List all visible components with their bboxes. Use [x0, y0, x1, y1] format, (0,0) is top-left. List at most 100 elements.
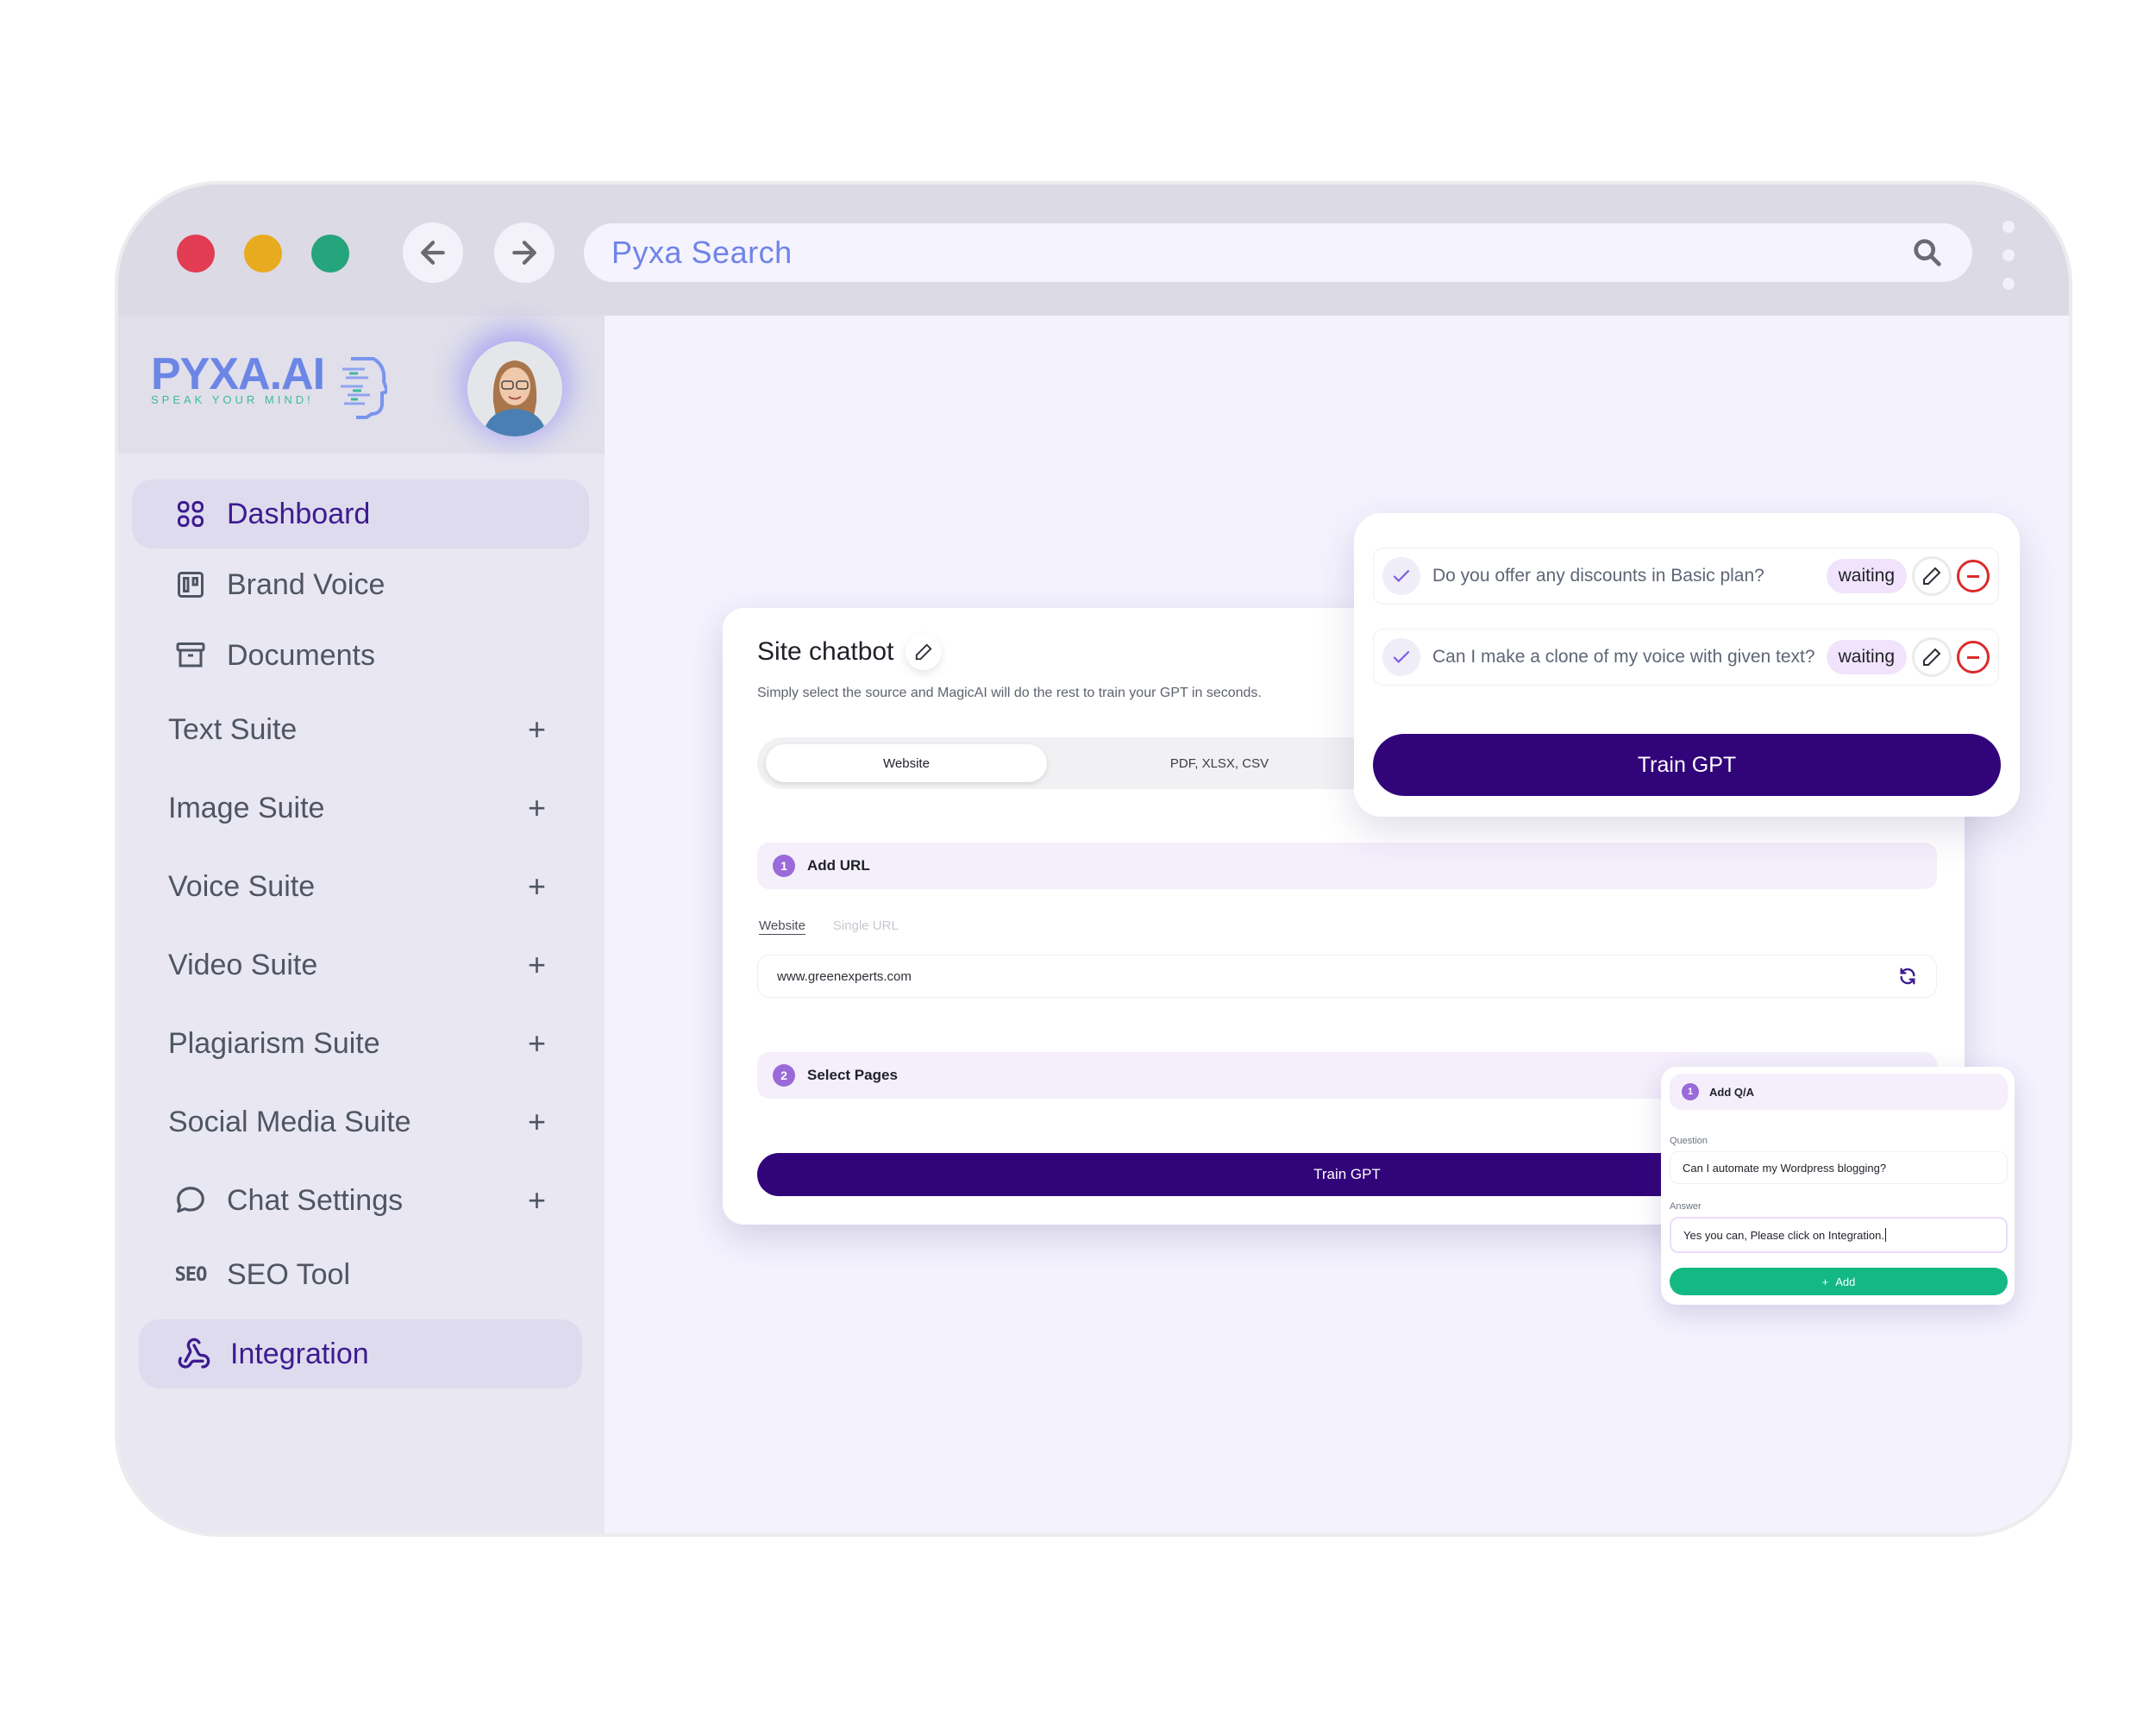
url-input[interactable]: www.greenexperts.com	[757, 955, 1937, 998]
questions-panel: Do you offer any discounts in Basic plan…	[1354, 513, 2020, 817]
sidebar-item-voice-suite[interactable]: Voice Suite +	[132, 852, 589, 921]
search-icon[interactable]	[1910, 235, 1945, 270]
source-tabs: Website PDF, XLSX, CSV	[757, 737, 1395, 789]
url-mode-single-url[interactable]: Single URL	[833, 918, 899, 933]
plus-icon: +	[1821, 1275, 1829, 1288]
tab-pdf-xlsx-csv[interactable]: PDF, XLSX, CSV	[1047, 744, 1392, 782]
logo-tagline: SPEAK YOUR MIND!	[151, 393, 314, 406]
card-subtitle: Simply select the source and MagicAI wil…	[757, 686, 1262, 700]
webhook-icon	[177, 1337, 211, 1371]
browser-toolbar: Pyxa Search	[118, 185, 2069, 316]
add-qa-header: 1 Add Q/A	[1670, 1074, 2008, 1110]
sidebar: PYXA.AI SPEAK YOUR MIND! Dashboard Brand…	[118, 316, 605, 1533]
sidebar-item-brand-voice[interactable]: Brand Voice	[132, 550, 589, 619]
sidebar-item-label: Dashboard	[227, 497, 371, 530]
sidebar-item-label: Integration	[230, 1337, 369, 1370]
chat-bubble-icon	[173, 1183, 208, 1218]
minus-icon	[1967, 574, 1979, 578]
edit-question-button[interactable]	[1912, 637, 1952, 677]
minus-icon	[1967, 655, 1979, 659]
sidebar-item-plagiarism-suite[interactable]: Plagiarism Suite +	[132, 1009, 589, 1078]
expand-plus-icon[interactable]: +	[528, 1104, 546, 1140]
train-gpt-button-large[interactable]: Train GPT	[1373, 734, 2001, 796]
expand-plus-icon[interactable]: +	[528, 1182, 546, 1219]
status-badge: waiting	[1826, 559, 1907, 593]
archive-icon	[173, 638, 208, 673]
kanban-icon	[173, 567, 208, 602]
sidebar-item-chat-settings[interactable]: Chat Settings +	[132, 1166, 589, 1235]
arrow-left-icon	[421, 241, 445, 265]
url-mode-tabs: Website Single URL	[759, 918, 899, 933]
answer-input[interactable]: Yes you can, Please click on Integration…	[1670, 1217, 2008, 1253]
sidebar-item-seo-tool[interactable]: SEO SEO Tool	[132, 1240, 589, 1309]
sidebar-item-label: Social Media Suite	[168, 1105, 411, 1138]
add-qa-title: Add Q/A	[1709, 1085, 1754, 1099]
expand-plus-icon[interactable]: +	[528, 1025, 546, 1062]
remove-question-button[interactable]	[1957, 560, 1990, 592]
remove-question-button[interactable]	[1957, 641, 1990, 674]
sidebar-item-social-media-suite[interactable]: Social Media Suite +	[132, 1087, 589, 1156]
sidebar-item-label: Plagiarism Suite	[168, 1026, 380, 1060]
refresh-icon[interactable]	[1898, 967, 1917, 986]
sidebar-item-video-suite[interactable]: Video Suite +	[132, 931, 589, 999]
sidebar-item-integration[interactable]: Integration	[139, 1319, 582, 1388]
card-title-row: Site chatbot	[757, 634, 943, 670]
more-options-icon[interactable]	[2000, 221, 2017, 290]
page-title: Site chatbot	[757, 637, 894, 666]
question-item: Can I make a clone of my voice with give…	[1373, 629, 1999, 686]
question-label: Question	[1670, 1136, 1708, 1146]
close-window-button[interactable]	[177, 235, 215, 273]
question-text: Do you offer any discounts in Basic plan…	[1432, 566, 1764, 586]
tab-website[interactable]: Website	[766, 744, 1047, 782]
sidebar-item-dashboard[interactable]: Dashboard	[132, 479, 589, 548]
add-button-label: Add	[1835, 1275, 1856, 1288]
check-icon[interactable]	[1382, 557, 1420, 595]
sidebar-item-documents[interactable]: Documents	[132, 621, 589, 690]
pencil-icon	[1923, 567, 1941, 585]
sidebar-item-image-suite[interactable]: Image Suite +	[132, 774, 589, 843]
expand-plus-icon[interactable]: +	[528, 868, 546, 905]
sidebar-item-label: SEO Tool	[227, 1257, 351, 1291]
avatar-photo	[467, 342, 562, 436]
expand-plus-icon[interactable]: +	[528, 711, 546, 748]
sidebar-item-label: Image Suite	[168, 791, 325, 824]
minimize-window-button[interactable]	[244, 235, 282, 273]
sidebar-item-text-suite[interactable]: Text Suite +	[132, 695, 589, 764]
expand-plus-icon[interactable]: +	[528, 947, 546, 983]
sidebar-item-label: Brand Voice	[227, 567, 385, 601]
expand-plus-icon[interactable]: +	[528, 790, 546, 826]
question-item: Do you offer any discounts in Basic plan…	[1373, 548, 1999, 605]
ai-face-logo-icon	[341, 357, 387, 419]
search-input[interactable]: Pyxa Search	[611, 235, 1910, 271]
answer-input-value: Yes you can, Please click on Integration…	[1683, 1228, 1884, 1242]
question-text: Can I make a clone of my voice with give…	[1432, 647, 1815, 667]
pencil-icon	[916, 643, 932, 661]
url-mode-website[interactable]: Website	[759, 918, 805, 933]
question-input-value: Can I automate my Wordpress blogging?	[1683, 1161, 1887, 1175]
search-bar[interactable]: Pyxa Search	[584, 223, 1972, 282]
edit-title-button[interactable]	[906, 634, 943, 670]
sidebar-item-label: Documents	[227, 638, 375, 672]
add-qa-button[interactable]: + Add	[1670, 1268, 2008, 1295]
sidebar-item-label: Chat Settings	[227, 1183, 404, 1217]
sidebar-item-label: Video Suite	[168, 948, 318, 981]
logo-brand: PYXA.AI	[151, 349, 325, 399]
user-avatar[interactable]	[467, 342, 562, 436]
sidebar-header: PYXA.AI SPEAK YOUR MIND!	[118, 316, 605, 454]
step-label: Add URL	[807, 857, 870, 874]
text-caret	[1884, 1228, 1886, 1242]
forward-button[interactable]	[494, 222, 555, 283]
question-input[interactable]: Can I automate my Wordpress blogging?	[1670, 1151, 2008, 1184]
logo[interactable]: PYXA.AI SPEAK YOUR MIND!	[151, 349, 325, 406]
check-icon[interactable]	[1382, 638, 1420, 676]
step-number-badge: 1	[1682, 1083, 1699, 1100]
step-number-badge: 1	[773, 855, 795, 877]
back-button[interactable]	[403, 222, 463, 283]
step-add-url: 1 Add URL	[757, 843, 1937, 889]
maximize-window-button[interactable]	[311, 235, 349, 273]
sidebar-item-label: Text Suite	[168, 712, 298, 746]
seo-icon: SEO	[174, 1263, 208, 1286]
edit-question-button[interactable]	[1912, 556, 1952, 596]
arrow-right-icon	[512, 241, 536, 265]
answer-label: Answer	[1670, 1201, 1702, 1212]
